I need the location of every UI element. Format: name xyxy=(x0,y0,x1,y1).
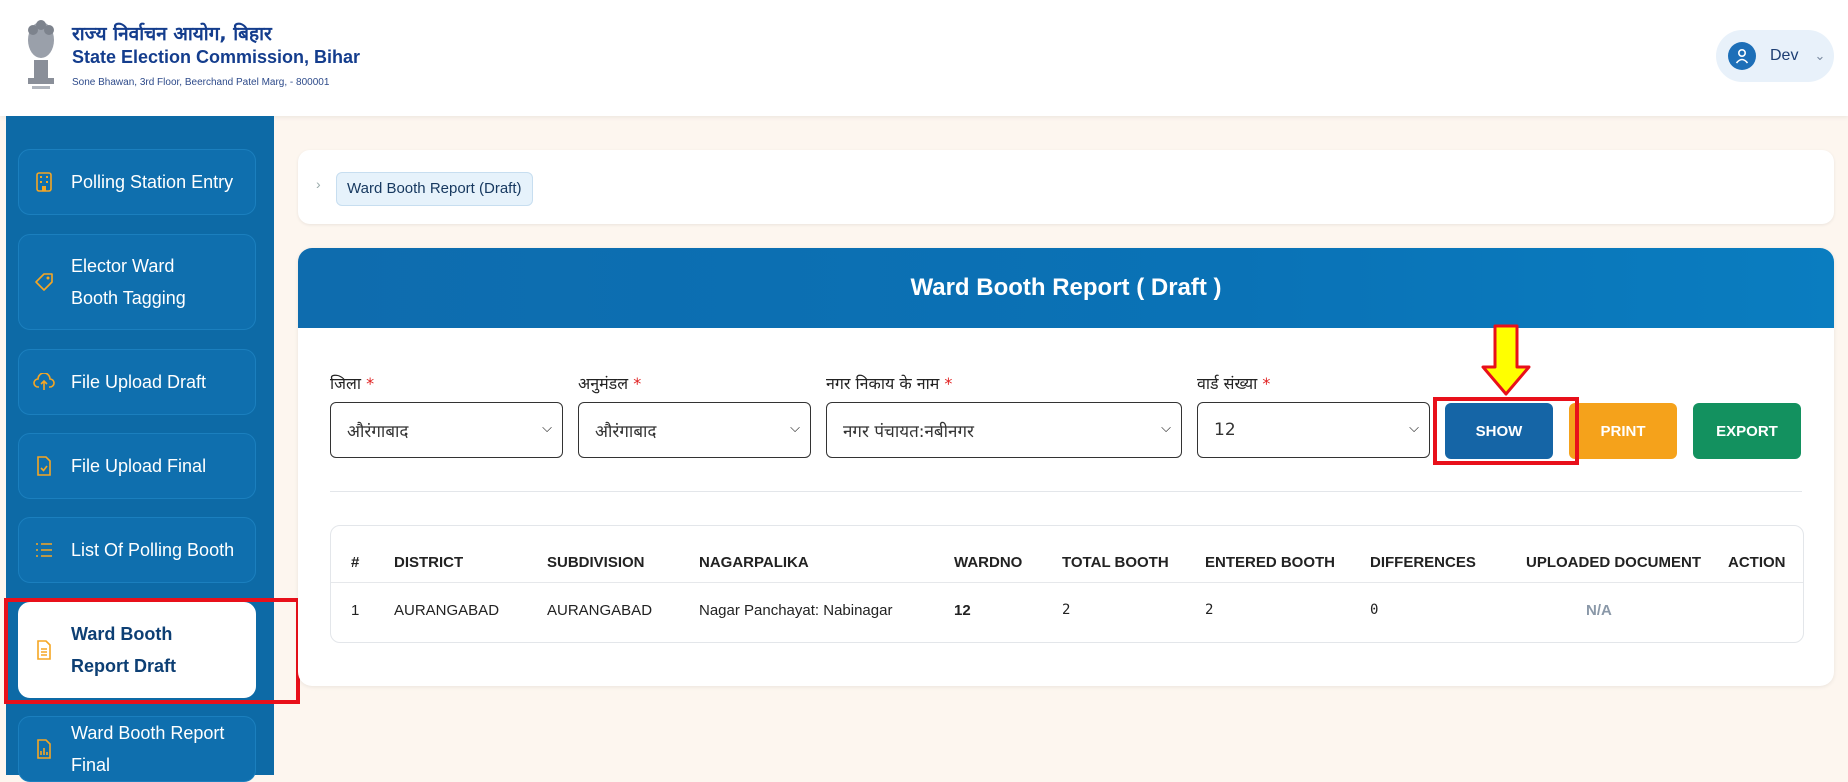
sidebar-item-polling-station-entry[interactable]: Polling Station Entry xyxy=(18,149,256,215)
district-label: जिला * xyxy=(330,374,375,393)
subdivision-select[interactable]: औरंगाबाद ⌵ xyxy=(578,402,811,458)
table-cell: 0 xyxy=(1370,602,1379,618)
org-address: Sone Bhawan, 3rd Floor, Beerchand Patel … xyxy=(72,77,330,88)
subdivision-label: अनुमंडल * xyxy=(578,374,642,393)
org-name-hindi: राज्य निर्वाचन आयोग, बिहार xyxy=(72,23,272,45)
sidebar-item-ward-booth-report-final[interactable]: Ward Booth Report Final xyxy=(18,716,256,782)
chevron-down-icon: ⌄ xyxy=(1814,48,1826,63)
print-button[interactable]: PRINT xyxy=(1569,403,1677,459)
table-header: DIFFERENCES xyxy=(1370,554,1476,571)
building-icon xyxy=(33,171,55,193)
district-select[interactable]: औरंगाबाद ⌵ xyxy=(330,402,563,458)
tag-icon xyxy=(33,271,55,293)
divider xyxy=(331,582,1803,583)
state-emblem-logo xyxy=(28,20,54,89)
table-cell: 12 xyxy=(954,602,971,619)
table-header: DISTRICT xyxy=(394,554,464,571)
user-avatar-icon xyxy=(1728,42,1756,70)
table-header: ACTION xyxy=(1728,554,1786,571)
breadcrumb: › Ward Booth Report (Draft) xyxy=(298,150,1834,224)
chevron-right-icon: › xyxy=(316,176,321,192)
user-menu[interactable]: Dev ⌄ xyxy=(1716,30,1834,82)
sidebar-item-label: Ward Booth Report Final xyxy=(71,723,225,775)
sidebar-item-label: List Of Polling Booth xyxy=(71,540,235,560)
export-button[interactable]: EXPORT xyxy=(1693,403,1801,459)
table-header: ENTERED BOOTH xyxy=(1205,554,1336,571)
report-chart-icon xyxy=(33,738,55,760)
sidebar-item-elector-ward-booth-tagging[interactable]: Elector Ward Booth Tagging xyxy=(18,234,256,330)
sidebar-item-file-upload-final[interactable]: File Upload Final xyxy=(18,433,256,499)
nagar-select[interactable]: नगर पंचायत:नबीनगर ⌵ xyxy=(826,402,1182,458)
nagar-label: नगर निकाय के नाम * xyxy=(826,374,953,393)
table-header: WARDNO xyxy=(954,554,1023,571)
cloud-upload-icon xyxy=(33,371,55,393)
org-name-english: State Election Commission, Bihar xyxy=(72,47,361,67)
table-cell: 2 xyxy=(1205,602,1214,618)
chevron-down-icon: ⌵ xyxy=(790,421,800,436)
annotation-red-box-sidebar xyxy=(4,598,300,704)
sidebar-item-list-of-polling-booth[interactable]: List Of Polling Booth xyxy=(18,517,256,583)
chevron-down-icon: ⌵ xyxy=(1409,421,1419,436)
annotation-red-box-show xyxy=(1433,397,1579,465)
user-name: Dev xyxy=(1770,47,1799,64)
list-icon xyxy=(33,539,55,561)
sidebar-item-label: File Upload Draft xyxy=(71,372,207,392)
chevron-down-icon: ⌵ xyxy=(542,421,552,436)
sidebar-item-file-upload-draft[interactable]: File Upload Draft xyxy=(18,349,256,415)
table-cell: Nagar Panchayat: Nabinagar xyxy=(699,602,893,619)
table-header: NAGARPALIKA xyxy=(699,554,809,571)
sidebar-item-label: Elector Ward Booth Tagging xyxy=(71,256,186,308)
chevron-down-icon: ⌵ xyxy=(1161,421,1171,436)
table-header: UPLOADED DOCUMENT xyxy=(1526,554,1701,571)
breadcrumb-current[interactable]: Ward Booth Report (Draft) xyxy=(336,172,533,206)
table-header: TOTAL BOOTH xyxy=(1062,554,1169,571)
sidebar-item-label: Polling Station Entry xyxy=(71,172,234,192)
table-header: SUBDIVISION xyxy=(547,554,645,571)
sidebar-item-label: File Upload Final xyxy=(71,456,207,476)
ward-select[interactable]: 12 ⌵ xyxy=(1197,402,1430,458)
annotation-arrow-down-icon xyxy=(1481,324,1531,396)
report-table: # DISTRICT SUBDIVISION NAGARPALIKA WARDN… xyxy=(330,525,1804,643)
table-cell: AURANGABAD xyxy=(394,602,500,619)
file-check-icon xyxy=(33,455,55,477)
table-header: # xyxy=(351,554,360,571)
table-cell: AURANGABAD xyxy=(547,602,653,619)
table-cell: N/A xyxy=(1586,602,1612,619)
card-title: Ward Booth Report ( Draft ) xyxy=(298,248,1834,328)
top-header: राज्य निर्वाचन आयोग, बिहार State Electio… xyxy=(0,0,1848,116)
table-cell: 1 xyxy=(351,602,360,619)
divider xyxy=(330,491,1802,492)
table-cell: 2 xyxy=(1062,602,1071,618)
ward-label: वार्ड संख्या * xyxy=(1197,374,1271,393)
